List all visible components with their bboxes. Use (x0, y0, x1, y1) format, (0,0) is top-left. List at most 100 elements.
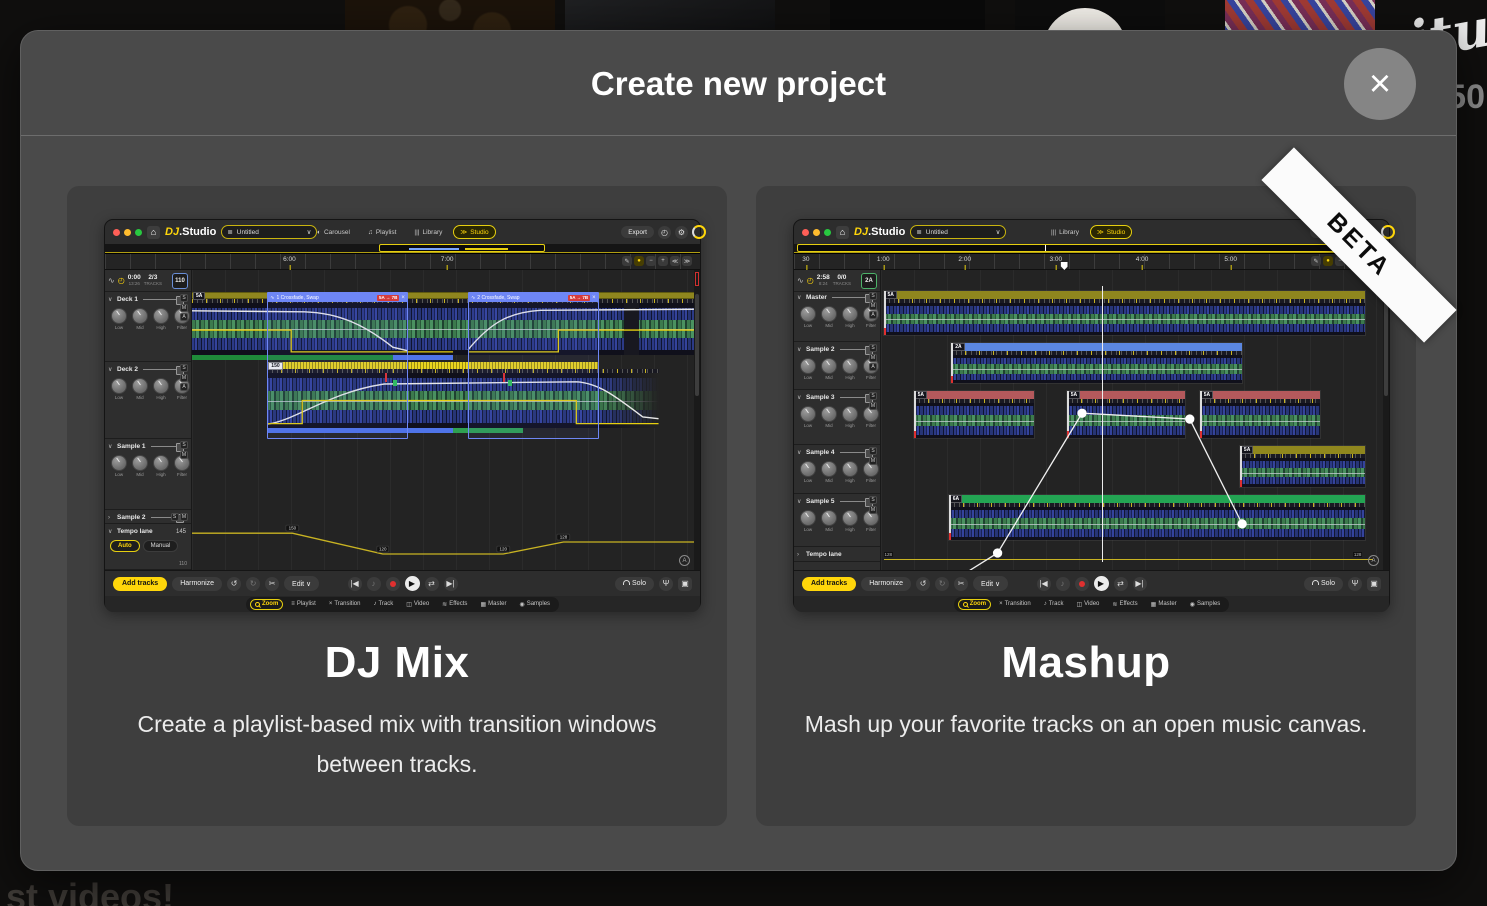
playhead-line[interactable] (1102, 286, 1103, 562)
tuner-icon[interactable]: Ψ (659, 577, 673, 591)
track-button-a[interactable]: A (180, 383, 188, 391)
playhead-handle[interactable] (1061, 262, 1068, 270)
add-tracks-button[interactable]: Add tracks (802, 577, 856, 591)
knob-high[interactable]: High (842, 406, 858, 428)
option-card-dj-mix[interactable]: ⌂DJ.Studio≣Untitled∨◐Carousel♫Playlist||… (67, 186, 727, 826)
track-button-s[interactable]: S (869, 392, 877, 400)
view-tab-effects[interactable]: ≋Effects (1107, 598, 1142, 610)
mute-icon[interactable]: ♪ (1056, 577, 1070, 591)
nav-tab-studio[interactable]: ≫Studio (453, 225, 495, 239)
edit-pencil-icon[interactable]: ✎ (622, 256, 632, 266)
view-tab-samples[interactable]: ◉Samples (1185, 598, 1226, 610)
traffic-light[interactable] (824, 229, 831, 236)
view-tab-track[interactable]: ♪Track (368, 599, 398, 610)
tuner-icon[interactable]: Ψ (1348, 577, 1362, 591)
track-button-m[interactable]: M (869, 302, 877, 310)
volume-slider[interactable] (151, 446, 176, 447)
knob-low[interactable]: Low (111, 378, 127, 400)
knob-mid[interactable]: Mid (821, 306, 837, 328)
home-icon[interactable]: ⌂ (147, 226, 160, 239)
volume-slider[interactable] (143, 369, 176, 370)
track-button-a[interactable]: A (869, 363, 877, 371)
knob-high[interactable]: High (153, 455, 169, 477)
knob-high[interactable]: High (842, 510, 858, 532)
loop-icon[interactable]: ⇄ (425, 577, 439, 591)
scissors-icon[interactable]: ✂ (954, 577, 968, 591)
track-button-s[interactable]: S (869, 496, 877, 504)
view-tab-video[interactable]: ◫Video (401, 598, 434, 610)
track-button-m[interactable]: M (180, 513, 188, 521)
manual-button[interactable]: Manual (143, 540, 179, 552)
export-button[interactable]: Export (621, 226, 654, 238)
track-button-s[interactable]: S (869, 344, 877, 352)
track-button-m[interactable]: M (869, 402, 877, 410)
add-tracks-button[interactable]: Add tracks (113, 577, 167, 591)
loop-icon[interactable]: ⇄ (1114, 577, 1128, 591)
record-button[interactable] (1075, 577, 1089, 591)
traffic-light[interactable] (135, 229, 142, 236)
traffic-light[interactable] (802, 229, 809, 236)
lock-icon[interactable]: ● (1323, 256, 1333, 266)
video-capture-icon[interactable]: ▣ (678, 577, 692, 591)
traffic-light[interactable] (124, 229, 131, 236)
track-button-a[interactable]: A (869, 311, 877, 319)
autopilot-icon[interactable]: A (1368, 555, 1379, 566)
knob-low[interactable]: Low (111, 455, 127, 477)
harmonize-button[interactable]: Harmonize (861, 577, 911, 591)
edit-dropdown[interactable]: Edit ∨ (973, 576, 1008, 591)
chevron-icon[interactable]: › (108, 515, 114, 521)
edit-dropdown[interactable]: Edit ∨ (284, 576, 319, 591)
play-button[interactable]: ▶ (405, 576, 420, 591)
transition-close-icon[interactable]: × (401, 295, 405, 301)
track-button-m[interactable]: M (180, 374, 188, 382)
audio-clip[interactable]: 5A (1240, 446, 1366, 487)
scrollbar-thumb[interactable] (695, 294, 699, 396)
zoom-in-icon[interactable]: + (658, 256, 668, 266)
track-button-a[interactable]: A (180, 313, 188, 321)
jump-forward-icon[interactable]: ≫ (682, 256, 692, 266)
view-tab-zoom[interactable]: Zoom (250, 599, 283, 610)
close-button[interactable]: × (1344, 48, 1416, 120)
view-tab-playlist[interactable]: ≡Playlist (286, 599, 321, 610)
key-badge[interactable]: 110 (172, 273, 188, 289)
vertical-scrollbar[interactable] (694, 270, 700, 570)
autopilot-icon[interactable]: A (679, 555, 690, 566)
nav-tab-playlist[interactable]: ♫Playlist (361, 226, 403, 239)
track-button-s[interactable]: S (171, 513, 179, 521)
volume-slider[interactable] (840, 397, 865, 398)
track-button-m[interactable]: M (869, 354, 877, 362)
scrollbar-thumb[interactable] (1384, 294, 1388, 396)
volume-slider[interactable] (832, 297, 865, 298)
transition-close-icon[interactable]: × (592, 295, 596, 301)
chevron-icon[interactable]: › (797, 552, 803, 558)
key-badge[interactable]: 2A (861, 273, 877, 289)
chevron-icon[interactable]: ∨ (108, 366, 114, 373)
view-tab-track[interactable]: ♪Track (1039, 599, 1069, 610)
knob-mid[interactable]: Mid (821, 510, 837, 532)
play-button[interactable]: ▶ (1094, 576, 1109, 591)
nav-tab-library[interactable]: |||Library (407, 226, 449, 239)
lock-icon[interactable]: ● (634, 256, 644, 266)
knob-mid[interactable]: Mid (821, 406, 837, 428)
jump-back-icon[interactable]: ≪ (670, 256, 680, 266)
track-button-m[interactable]: M (180, 304, 188, 312)
knob-high[interactable]: High (842, 461, 858, 483)
solo-button[interactable]: Solo (615, 577, 654, 591)
harmonize-button[interactable]: Harmonize (172, 577, 222, 591)
view-tab-master[interactable]: ▦Master (1146, 598, 1182, 610)
view-tab-zoom[interactable]: Zoom (958, 599, 991, 610)
knob-mid[interactable]: Mid (132, 455, 148, 477)
traffic-light[interactable] (113, 229, 120, 236)
knob-low[interactable]: Low (800, 406, 816, 428)
nav-tab-library[interactable]: |||Library (1044, 226, 1086, 239)
skip-start-icon[interactable]: |◀ (348, 577, 362, 591)
knob-high[interactable]: High (842, 306, 858, 328)
redo-icon[interactable]: ↻ (246, 577, 260, 591)
option-card-mashup[interactable]: ⌂DJ.Studio≣Untitled∨|||Library≫StudioExp… (756, 186, 1416, 826)
vertical-scrollbar[interactable] (1383, 270, 1389, 570)
transition-window-1[interactable]: ∿1 Crossfade, Swap5A → 7B× (267, 292, 408, 439)
edit-pencil-icon[interactable]: ✎ (1311, 256, 1321, 266)
audio-clip[interactable]: 2A (951, 343, 1242, 383)
traffic-light[interactable] (813, 229, 820, 236)
view-tab-effects[interactable]: ≋Effects (437, 598, 472, 610)
